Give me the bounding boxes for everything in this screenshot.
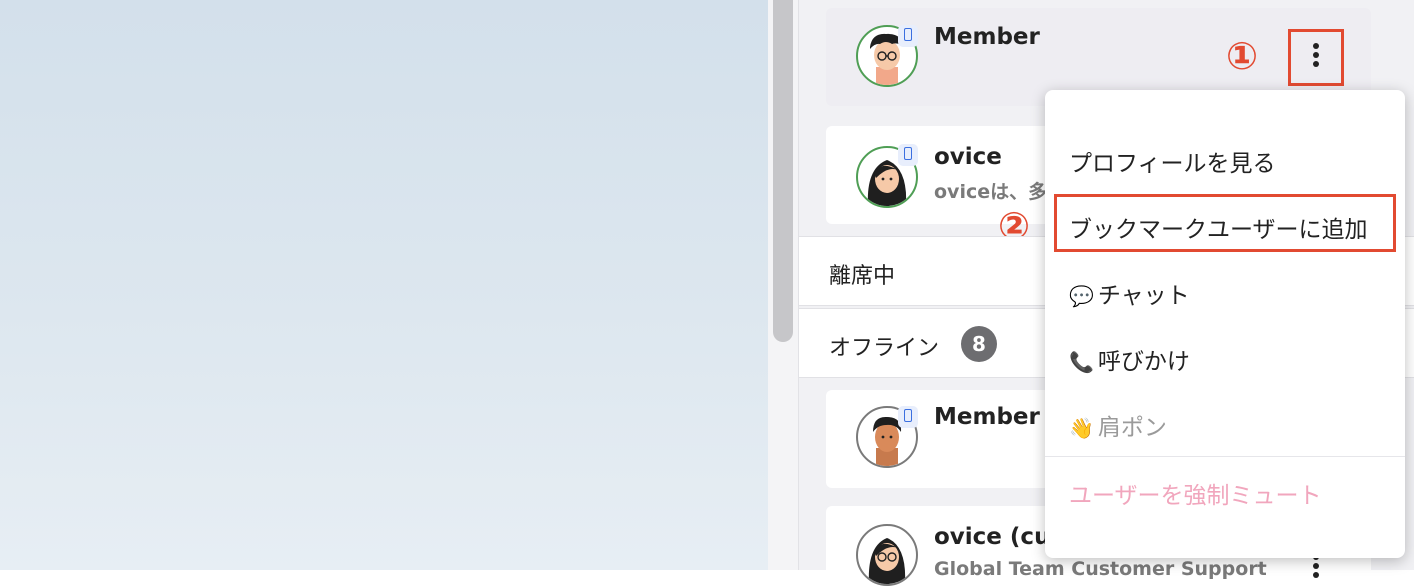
menu-divider (1045, 456, 1405, 457)
menu-item-tap-shoulder[interactable]: 👋 肩ポン (1069, 408, 1167, 442)
count-badge: 8 (961, 326, 997, 362)
menu-item-force-mute[interactable]: ユーザーを強制ミュート (1069, 476, 1322, 510)
member-name: Member (934, 24, 1040, 50)
menu-item-add-bookmark[interactable]: ブックマークユーザーに追加 (1069, 210, 1368, 244)
member-name: ovice (934, 144, 1002, 170)
member-description: Global Team Customer Support (934, 558, 1267, 580)
menu-item-label: 肩ポン (1097, 415, 1167, 441)
section-title: 離席中 (829, 264, 896, 289)
telephone-icon: 📞 (1069, 350, 1094, 374)
waving-hand-icon: 👋 (1069, 416, 1094, 440)
avatar (856, 524, 918, 586)
menu-item-label: チャット (1097, 283, 1190, 309)
menu-item-view-profile[interactable]: プロフィールを見る (1069, 144, 1276, 178)
speech-bubble-icon: 💬 (1069, 284, 1094, 308)
section-title: オフライン (829, 336, 940, 361)
more-options-icon[interactable] (1312, 554, 1320, 586)
menu-item-label: ブックマークユーザーに追加 (1069, 217, 1368, 243)
mobile-device-icon (898, 406, 918, 428)
more-options-icon[interactable] (1312, 43, 1320, 75)
scrollbar-thumb[interactable] (773, 0, 793, 342)
member-description: oviceは、多 (934, 181, 1048, 203)
user-context-menu: プロフィールを見る ブックマークユーザーに追加 💬 チャット 📞 呼びかけ 👋 肩ポン… (1045, 90, 1405, 558)
mobile-device-icon (898, 25, 918, 47)
annotation-step-1: ① (1226, 34, 1259, 78)
menu-item-chat[interactable]: 💬 チャット (1069, 276, 1190, 310)
member-name: Member (934, 404, 1040, 430)
mobile-device-icon (898, 144, 918, 166)
menu-item-label: 呼びかけ (1097, 349, 1190, 375)
menu-item-call[interactable]: 📞 呼びかけ (1069, 342, 1190, 376)
menu-item-label: ユーザーを強制ミュート (1069, 483, 1322, 509)
space-background (0, 0, 768, 570)
menu-item-label: プロフィールを見る (1069, 151, 1276, 177)
